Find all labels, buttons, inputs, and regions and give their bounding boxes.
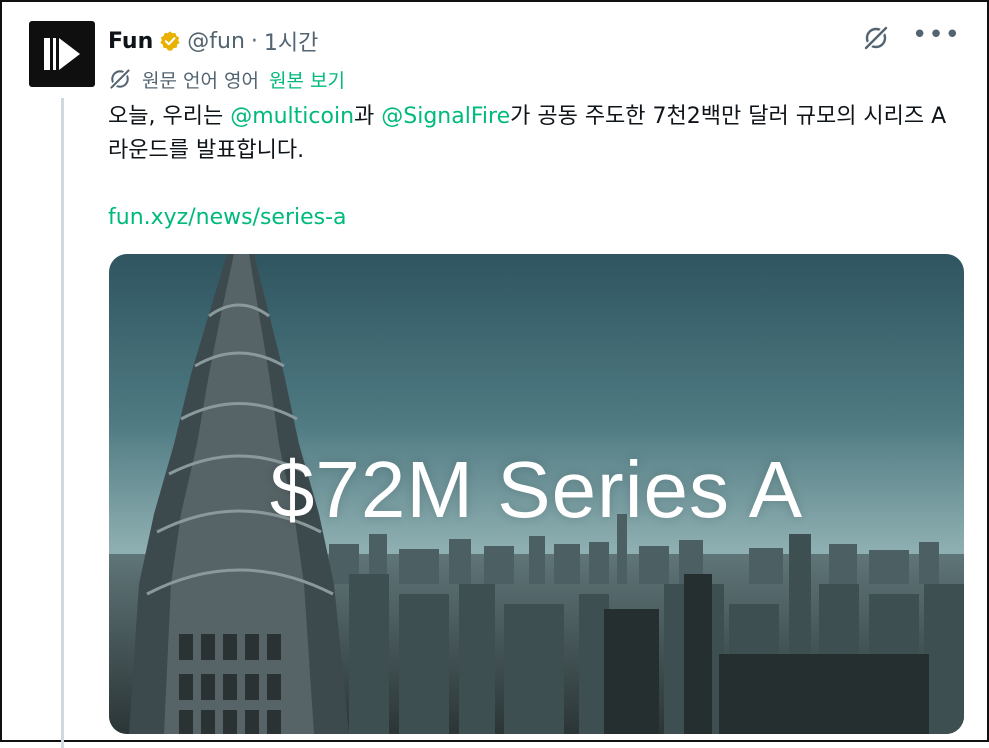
tweet-link[interactable]: fun.xyz/news/series-a (108, 201, 347, 235)
translation-label: 원문 언어 영어 (142, 69, 259, 92)
grok-icon[interactable] (862, 24, 890, 52)
media-image[interactable]: $72M Series A (109, 254, 964, 734)
media-headline: $72M Series A (269, 445, 804, 534)
mention-multicoin[interactable]: @multicoin (230, 104, 354, 129)
translation-row: 원문 언어 영어 원본 보기 (108, 64, 345, 94)
author-name[interactable]: Fun (108, 29, 153, 54)
tweet-text-part: 과 (354, 104, 382, 129)
header-actions: ••• (862, 22, 961, 52)
show-original-link[interactable]: 원본 보기 (269, 66, 345, 93)
mention-signalfire[interactable]: @SignalFire (381, 104, 510, 129)
translate-icon (108, 67, 132, 91)
more-icon[interactable]: ••• (912, 22, 961, 48)
tweet-timestamp[interactable]: 1시간 (264, 25, 318, 57)
tweet-text-part: 오늘, 우리는 (108, 104, 231, 129)
tweet-header: Fun @fun · 1시간 (108, 24, 318, 58)
avatar[interactable] (29, 21, 95, 87)
verified-badge-icon (159, 30, 181, 52)
author-handle[interactable]: @fun (187, 29, 245, 54)
fun-logo (44, 38, 80, 70)
tweet-frame: Fun @fun · 1시간 ••• 원문 언어 영어 원본 보기 오늘, 우리… (0, 0, 989, 748)
separator-dot: · (250, 28, 258, 54)
tweet-text: 오늘, 우리는 @multicoin과 @SignalFire가 공동 주도한 … (108, 100, 966, 168)
thread-line (61, 98, 64, 748)
